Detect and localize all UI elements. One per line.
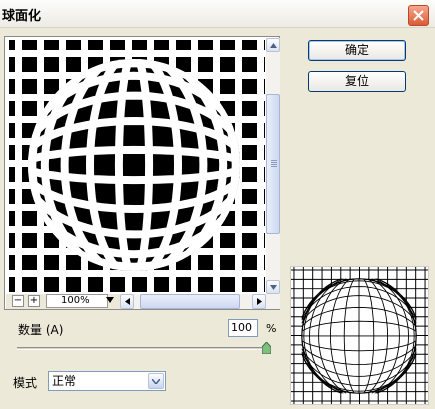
preview-toolbar: − + 100% [6, 294, 280, 309]
arrow-right-icon [256, 298, 262, 305]
vertical-scrollbar[interactable] [266, 38, 280, 294]
distortion-grid-preview [290, 266, 429, 405]
chevron-down-icon[interactable] [106, 297, 114, 303]
arrow-up-icon [269, 42, 277, 48]
scroll-down-button[interactable] [266, 280, 280, 294]
mode-label: 模式 [13, 376, 38, 390]
window-title: 球面化 [2, 9, 42, 24]
scroll-up-button[interactable] [266, 38, 280, 52]
close-icon [413, 10, 424, 21]
close-button[interactable] [408, 5, 429, 26]
reset-button[interactable]: 复位 [308, 71, 406, 92]
mode-select[interactable]: 正常 [48, 371, 166, 391]
zoom-out-button[interactable]: − [12, 295, 24, 307]
plus-icon: + [29, 295, 39, 306]
amount-label: 数量 (A) [18, 323, 64, 337]
amount-slider-thumb[interactable] [262, 342, 271, 354]
minus-icon: − [13, 295, 23, 306]
mode-dropdown-button[interactable] [148, 373, 164, 389]
scroll-right-button[interactable] [252, 294, 266, 309]
horizontal-scroll-thumb[interactable] [140, 294, 240, 309]
amount-slider-track[interactable] [17, 347, 271, 350]
mode-value: 正常 [52, 374, 77, 388]
chevron-down-icon [152, 378, 160, 384]
vertical-scroll-thumb[interactable] [266, 94, 280, 234]
zoom-level[interactable]: 100% [46, 294, 108, 308]
percent-unit: % [266, 322, 277, 335]
title-bar: 球面化 [0, 0, 435, 28]
scroll-left-button[interactable] [120, 294, 134, 309]
amount-input[interactable]: 100 [228, 319, 258, 337]
arrow-left-icon [124, 298, 130, 305]
filter-preview-image[interactable] [9, 40, 265, 292]
preview-pane: − + 100% [4, 36, 280, 310]
horizontal-scrollbar[interactable] [120, 294, 280, 309]
arrow-down-icon [269, 284, 277, 290]
zoom-in-button[interactable]: + [28, 295, 40, 307]
ok-button[interactable]: 确定 [308, 40, 406, 61]
